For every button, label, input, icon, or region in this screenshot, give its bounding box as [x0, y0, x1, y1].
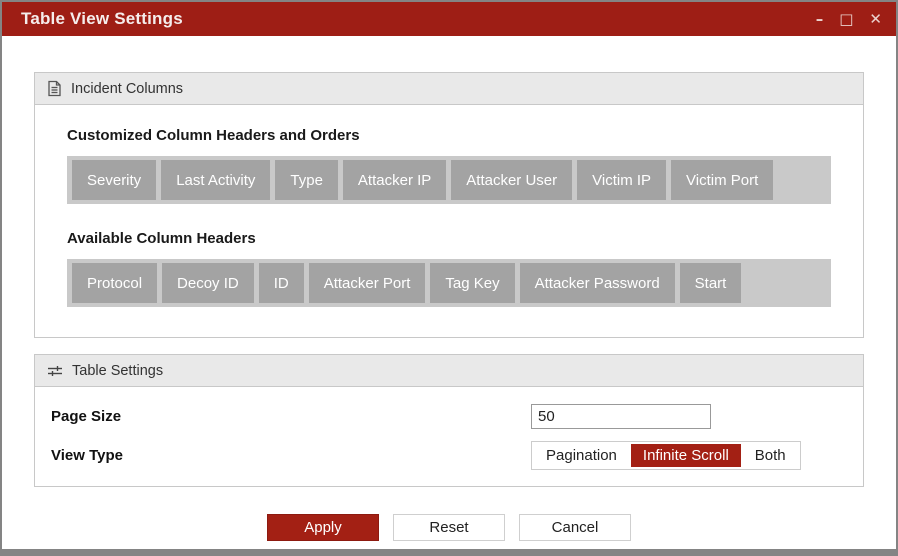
- column-chip[interactable]: Decoy ID: [162, 263, 254, 303]
- page-size-row: Page Size: [51, 401, 847, 431]
- document-icon: [47, 80, 62, 97]
- maximize-icon[interactable]: □: [839, 11, 853, 27]
- available-columns-track: Protocol Decoy ID ID Attacker Port Tag Key At…: [67, 259, 831, 307]
- column-chip[interactable]: Attacker Password: [519, 263, 675, 303]
- column-chip[interactable]: Tag Key: [430, 263, 515, 303]
- table-view-settings-dialog: Table View Settings – □ ✕ Incident Colum…: [0, 0, 898, 556]
- title-bar: Table View Settings – □ ✕: [2, 2, 896, 36]
- page-size-label: Page Size: [51, 407, 122, 425]
- column-chip[interactable]: Last Activity: [161, 160, 271, 200]
- apply-button[interactable]: Apply: [267, 514, 379, 541]
- incident-columns-header: Incident Columns: [35, 73, 863, 105]
- minimize-icon[interactable]: –: [816, 11, 824, 27]
- view-type-option[interactable]: Infinite Scroll: [630, 443, 741, 467]
- close-icon[interactable]: ✕: [869, 11, 882, 27]
- window-controls: – □ ✕: [816, 11, 882, 27]
- view-type-row: View Type Pagination Infinite Scroll Both: [51, 440, 847, 470]
- column-chip[interactable]: Attacker Port: [308, 263, 426, 303]
- column-chip[interactable]: Attacker User: [451, 160, 573, 200]
- incident-columns-content: Customized Column Headers and Orders Sev…: [35, 105, 863, 337]
- dialog-title: Table View Settings: [21, 9, 183, 28]
- view-type-option[interactable]: Pagination: [534, 443, 629, 467]
- sliders-icon: [47, 364, 63, 378]
- footer-actions: Apply Reset Cancel: [34, 487, 864, 549]
- column-chip[interactable]: Type: [275, 160, 338, 200]
- view-type-segmented-control: Pagination Infinite Scroll Both: [531, 440, 801, 470]
- incident-columns-title: Incident Columns: [71, 80, 184, 97]
- column-chip[interactable]: Protocol: [72, 263, 158, 303]
- reset-button[interactable]: Reset: [393, 514, 505, 541]
- incident-columns-section: Incident Columns Customized Column Heade…: [34, 72, 864, 338]
- customized-columns-label: Customized Column Headers and Orders: [67, 127, 360, 144]
- table-settings-title: Table Settings: [72, 362, 164, 379]
- view-type-option[interactable]: Both: [742, 443, 798, 467]
- available-columns-label: Available Column Headers: [67, 230, 256, 247]
- table-settings-content: Page Size View Type PaginationInfinite S…: [35, 387, 863, 486]
- cancel-button[interactable]: Cancel: [519, 514, 631, 541]
- view-type-label: View Type: [51, 446, 123, 464]
- table-settings-section: Table Settings Page Size View Type Pagin…: [34, 354, 864, 487]
- column-chip[interactable]: Victim IP: [577, 160, 667, 200]
- table-settings-header: Table Settings: [35, 355, 863, 387]
- column-chip[interactable]: Victim Port: [671, 160, 774, 200]
- column-chip[interactable]: ID: [258, 263, 304, 303]
- column-chip[interactable]: Severity: [72, 160, 157, 200]
- column-chip[interactable]: Start: [679, 263, 742, 303]
- dialog-body: Incident Columns Customized Column Heade…: [2, 36, 896, 549]
- column-chip[interactable]: Attacker IP: [342, 160, 447, 200]
- customized-columns-track: Severity Last Activity Type Attacker IP Atta…: [67, 156, 831, 204]
- page-size-input[interactable]: [531, 403, 711, 429]
